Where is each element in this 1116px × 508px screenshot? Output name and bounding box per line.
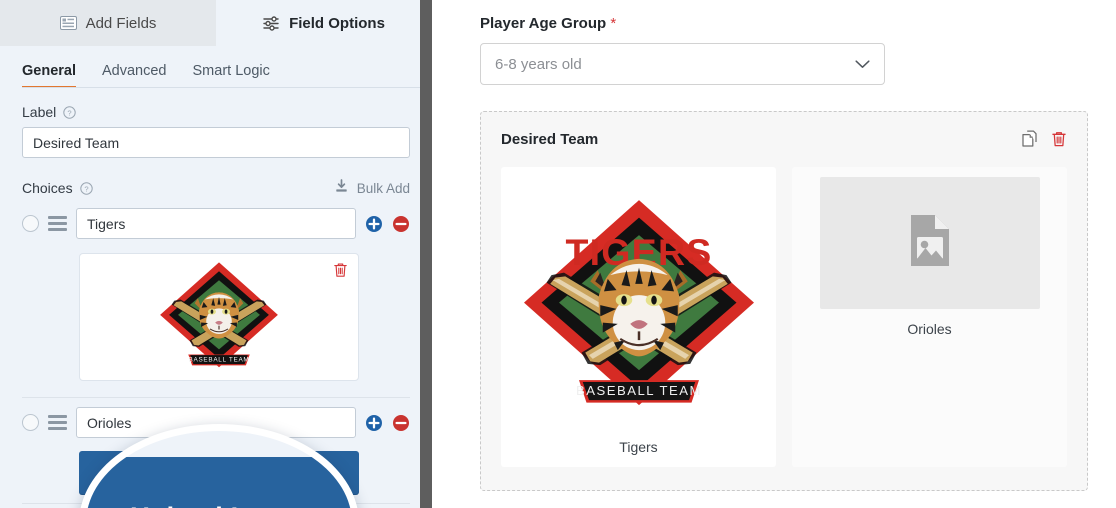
label-input[interactable] <box>22 127 410 158</box>
list-icon <box>59 16 77 30</box>
radio-unselected-icon[interactable] <box>22 215 39 232</box>
duplicate-icon[interactable] <box>1022 130 1039 148</box>
remove-choice-button[interactable] <box>392 215 410 233</box>
required-asterisk: * <box>610 15 617 32</box>
player-age-group-label-text: Player Age Group <box>480 15 607 32</box>
player-age-group-selected-value: 6-8 years old <box>495 55 582 73</box>
left-panel-scrollbar[interactable] <box>420 0 432 508</box>
sliders-icon <box>263 15 280 31</box>
tigers-logo-image: TIGERS BASEBALL TEAM <box>514 177 764 427</box>
subtab-general-label: General <box>22 63 76 79</box>
form-builder-app: Add Fields Field Options General Advance… <box>0 0 1116 508</box>
choices-title: Choices <box>22 180 73 196</box>
trash-icon[interactable] <box>1051 130 1067 148</box>
desired-team-image-choices: TIGERS BASEBALL TEAM Tigers Orioles <box>501 167 1067 467</box>
subtab-smart-logic-label: Smart Logic <box>192 63 270 79</box>
tab-field-options-label: Field Options <box>289 14 385 32</box>
radio-unselected-icon[interactable] <box>22 414 39 431</box>
drag-handle-icon[interactable] <box>48 216 67 231</box>
tigers-logo-image: BASEBALL TEAM <box>155 259 283 376</box>
desired-team-field-title: Desired Team <box>501 130 599 148</box>
drag-handle-icon[interactable] <box>48 415 67 430</box>
field-options-subtabs: General Advanced Smart Logic <box>0 46 432 89</box>
image-placeholder-box <box>819 177 1040 309</box>
remove-choice-button[interactable] <box>392 414 410 432</box>
panel-tabbar: Add Fields Field Options <box>0 0 432 46</box>
choices-title-group: Choices ? <box>22 180 93 196</box>
field-options-panel: Add Fields Field Options General Advance… <box>0 0 432 508</box>
subtab-advanced[interactable]: Advanced <box>102 63 167 88</box>
choices-header: Choices ? Bulk Add <box>22 158 410 205</box>
help-circle-icon[interactable]: ? <box>79 181 93 195</box>
svg-text:?: ? <box>68 108 72 117</box>
tab-field-options[interactable]: Field Options <box>216 0 432 46</box>
player-age-group-select[interactable]: 6-8 years old <box>480 43 885 85</box>
magnifier-content: Upload Image <box>86 431 352 508</box>
help-circle-icon[interactable]: ? <box>63 105 76 119</box>
subtab-advanced-label: Advanced <box>102 63 167 79</box>
bulk-add-label: Bulk Add <box>356 180 410 196</box>
subtab-smart-logic[interactable]: Smart Logic <box>193 63 270 88</box>
trash-icon[interactable] <box>333 262 348 283</box>
tab-add-fields[interactable]: Add Fields <box>0 0 216 46</box>
upload-image-magnifier-highlight: Upload Image <box>79 424 359 508</box>
svg-text:BASEBALL TEAM: BASEBALL TEAM <box>576 383 702 398</box>
image-choice-orioles[interactable]: Orioles <box>792 167 1067 467</box>
label-field-header: Label ? <box>22 88 410 127</box>
add-choice-button[interactable] <box>365 215 383 233</box>
desired-team-field-block[interactable]: Desired Team TIGERS BASEBALL TEAM Tigers… <box>480 111 1088 491</box>
svg-text:BASEBALL TEAM: BASEBALL TEAM <box>189 357 250 364</box>
tab-add-fields-label: Add Fields <box>85 14 157 32</box>
image-file-icon <box>909 213 951 273</box>
bulk-add-button[interactable]: Bulk Add <box>334 179 410 197</box>
form-preview-content: Player Age Group * 6-8 years old Desired… <box>452 0 1116 491</box>
magnified-upload-image-button[interactable]: Upload Image <box>86 457 352 508</box>
image-choice-tigers[interactable]: TIGERS BASEBALL TEAM Tigers <box>501 167 776 467</box>
magnified-upload-image-label: Upload Image <box>130 502 309 508</box>
add-choice-button[interactable] <box>365 414 383 432</box>
label-field-title: Label <box>22 104 57 120</box>
field-block-actions <box>1022 130 1067 148</box>
svg-text:?: ? <box>84 184 88 193</box>
form-preview-panel: Player Age Group * 6-8 years old Desired… <box>432 0 1116 508</box>
chevron-down-icon <box>855 56 870 73</box>
download-icon <box>334 179 349 197</box>
image-choice-caption: Orioles <box>907 321 952 337</box>
desired-team-field-header: Desired Team <box>501 130 1067 148</box>
subtab-general[interactable]: General <box>22 63 76 89</box>
choice-row <box>22 205 410 239</box>
choice-value-input[interactable] <box>76 208 356 239</box>
image-choice-caption: Tigers <box>619 439 658 455</box>
player-age-group-label: Player Age Group * <box>480 15 1088 32</box>
choice-image-thumbnail[interactable]: BASEBALL TEAM <box>79 253 359 381</box>
